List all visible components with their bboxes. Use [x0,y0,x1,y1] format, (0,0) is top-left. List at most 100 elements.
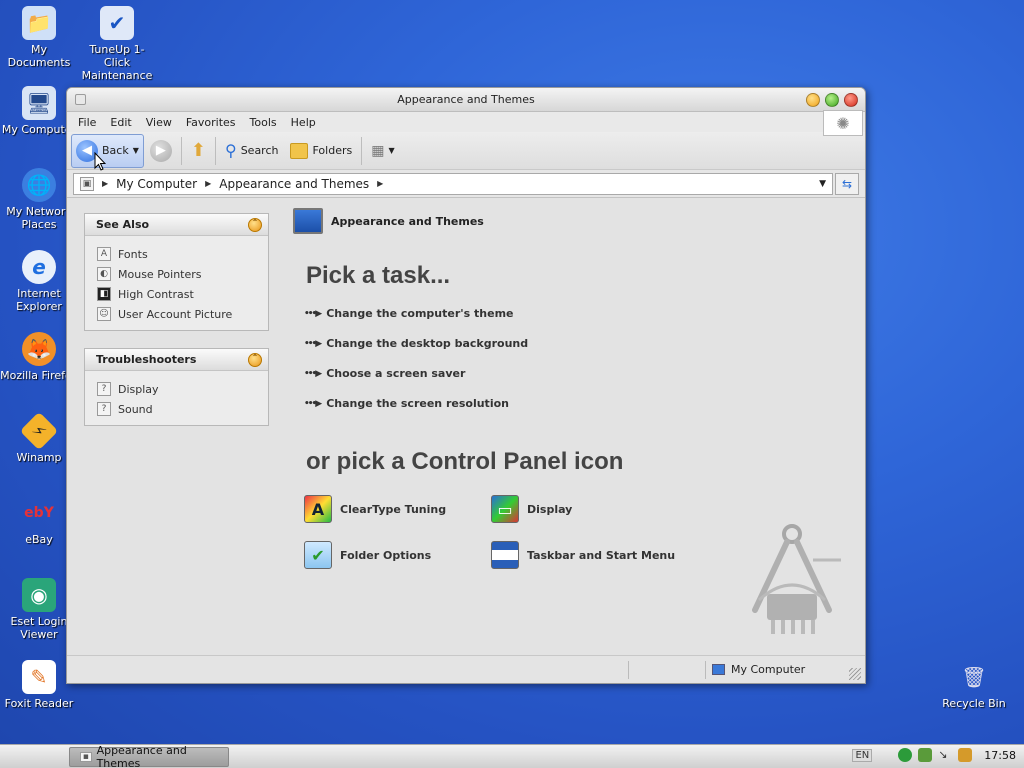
task-arrow-icon: •••▶ [304,338,322,349]
task-screen-saver[interactable]: •••▶ Choose a screen saver [304,367,465,380]
tray-messenger-icon[interactable] [898,748,913,762]
task-screen-resolution[interactable]: •••▶ Change the screen resolution [304,397,509,410]
cp-icon-label: Display [527,502,573,516]
collapse-icon[interactable]: ˆ [248,218,262,232]
troubleshooters-title: Troubleshooters [96,353,197,366]
toolbar-separator [180,136,182,165]
troubleshooter-item-display[interactable]: ? Display [97,379,256,399]
desktop-icon-label: Internet Explorer [16,287,62,313]
menu-bar: File Edit View Favorites Tools Help ✺ [67,110,865,136]
breadcrumb-arrow-icon[interactable]: ▶ [102,179,108,188]
cp-icon-taskbar-start-menu[interactable]: ≡ Taskbar and Start Menu [491,541,675,569]
tray-network-icon[interactable] [918,748,933,762]
task-arrow-icon: •••▶ [304,368,322,379]
folder-options-icon: ✔ [304,541,332,569]
go-button[interactable]: ⇆ [835,172,859,195]
see-also-item-user-account-picture[interactable]: ☺ User Account Picture [97,304,256,324]
folders-button[interactable]: Folders [284,135,358,167]
taskbar-start-menu-icon: ≡ [491,541,519,569]
task-label: Change the computer's theme [326,307,514,320]
address-folder-icon: ▣ [80,176,94,191]
see-also-item-label: Fonts [118,247,148,261]
user-picture-icon: ☺ [97,307,111,321]
see-also-item-mouse-pointers[interactable]: ◐ Mouse Pointers [97,264,256,284]
up-folder-button[interactable]: ⬆ [185,135,212,167]
forward-button[interactable]: ▶ [144,135,178,167]
taskbar-button-appearance-themes[interactable]: ▪ Appearance and Themes [69,744,229,768]
desktop-icon-label: TuneUp 1-Click Maintenance [81,43,153,82]
desktop-icon-label: Eset Login Viewer [10,615,68,641]
taskbar-window-icon: ▪ [80,752,92,762]
explorer-window: Appearance and Themes File Edit View Fav… [66,87,866,684]
my-computer-small-icon [712,664,725,675]
menu-file[interactable]: File [71,116,103,129]
clock[interactable]: 17:58 [984,749,1016,762]
address-dropdown-icon[interactable]: ▼ [819,179,826,189]
minimize-button[interactable] [806,93,820,107]
desktop-icon-label: My Network Places [6,205,72,231]
breadcrumb-arrow-icon[interactable]: ▶ [377,179,383,188]
back-button[interactable]: ◀ Back ▼ [71,133,144,168]
maximize-button[interactable] [825,93,839,107]
address-field[interactable]: ▣ ▶ My Computer ▶ Appearance and Themes … [73,172,833,195]
desktop-icon-tuneup[interactable]: ✔ TuneUp 1-Click Maintenance [78,6,156,82]
pick-icon-heading: or pick a Control Panel icon [306,448,624,475]
pick-task-heading: Pick a task... [306,262,451,289]
task-change-background[interactable]: •••▶ Change the desktop background [304,337,528,350]
task-change-theme[interactable]: •••▶ Change the computer's theme [304,307,514,320]
appearance-watermark-icon [752,524,841,634]
desktop-icon-label: Winamp [16,451,62,464]
tray-arrow-icon[interactable]: ↘ [938,748,952,762]
tuneup-icon: ✔ [100,6,134,40]
see-also-header[interactable]: See Also ˆ [85,214,268,236]
help-doc-icon: ? [97,382,111,396]
toolbar: ◀ Back ▼ ▶ ⬆ ⚲ Search Folders ▦ ▼ [67,132,865,170]
collapse-icon[interactable]: ˆ [248,353,262,367]
tray-tool-icon[interactable] [958,748,973,762]
computer-icon: 🖥 [22,86,56,120]
views-dropdown-icon: ▼ [388,146,395,155]
status-location: My Computer [712,663,805,676]
menu-favorites[interactable]: Favorites [179,116,243,129]
resize-grip-icon[interactable] [849,668,861,680]
taskbar: ▪ Appearance and Themes EN ↘ 17:58 [0,744,1024,768]
documents-icon: 📁 [22,6,56,40]
close-button[interactable] [844,93,858,107]
menu-view[interactable]: View [139,116,179,129]
cp-icon-cleartype[interactable]: A ClearType Tuning [304,495,446,523]
see-also-panel: See Also ˆ A Fonts ◐ Mouse Pointers ◧ Hi… [84,213,269,331]
internet-explorer-icon: e [22,250,56,284]
search-button[interactable]: ⚲ Search [219,135,285,167]
desktop-icon-recycle-bin[interactable]: 🗑 Recycle Bin [935,660,1013,710]
loading-throbber-icon: ✺ [823,110,863,136]
task-label: Change the screen resolution [326,397,509,410]
menu-tools[interactable]: Tools [243,116,284,129]
desktop-icon-my-documents[interactable]: 📁 My Documents [0,6,78,69]
breadcrumb-appearance-themes[interactable]: Appearance and Themes [219,177,369,191]
see-also-item-label: Mouse Pointers [118,267,202,281]
breadcrumb-my-computer[interactable]: My Computer [116,177,197,191]
cp-icon-folder-options[interactable]: ✔ Folder Options [304,541,431,569]
cp-icon-display[interactable]: ▭ Display [491,495,572,523]
task-label: Choose a screen saver [326,367,466,380]
views-button[interactable]: ▦ ▼ [365,135,400,167]
desktop-icon-label: Foxit Reader [4,697,74,710]
see-also-item-fonts[interactable]: A Fonts [97,244,256,264]
status-location-label: My Computer [731,663,806,676]
menu-help[interactable]: Help [284,116,323,129]
language-indicator[interactable]: EN [852,748,873,762]
back-dropdown-icon[interactable]: ▼ [133,146,139,155]
see-also-item-high-contrast[interactable]: ◧ High Contrast [97,284,256,304]
content-area: See Also ˆ A Fonts ◐ Mouse Pointers ◧ Hi… [67,200,865,655]
task-arrow-icon: •••▶ [304,398,322,409]
window-controls [806,93,858,107]
troubleshooters-header[interactable]: Troubleshooters ˆ [85,349,268,371]
menu-edit[interactable]: Edit [103,116,138,129]
breadcrumb-arrow-icon[interactable]: ▶ [205,179,211,188]
troubleshooter-item-sound[interactable]: ? Sound [97,399,256,419]
fonts-icon: A [97,247,111,261]
back-label: Back [102,144,129,157]
refresh-icon: ⇆ [841,176,853,191]
cleartype-icon: A [304,495,332,523]
title-bar[interactable]: Appearance and Themes [67,88,865,112]
